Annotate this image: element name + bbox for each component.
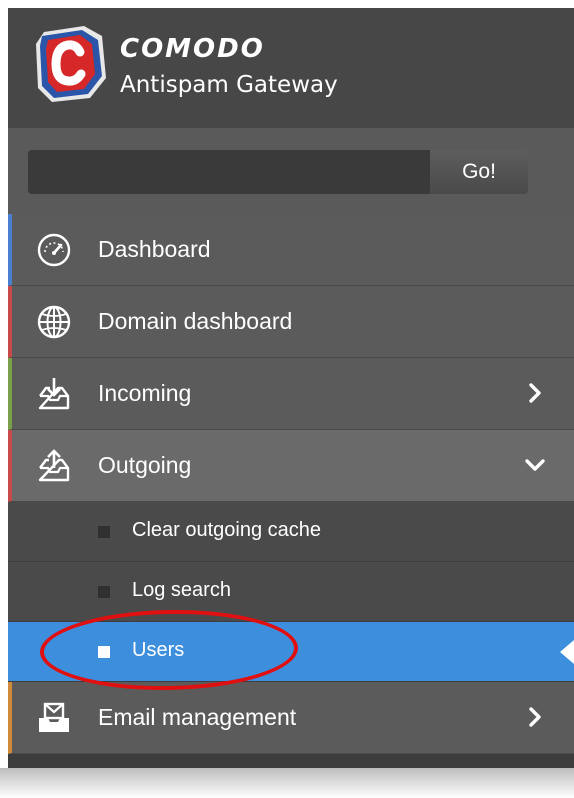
active-indicator <box>560 640 574 664</box>
sub-item-users[interactable]: Users <box>8 622 574 682</box>
speedometer-icon <box>37 233 71 267</box>
chevron-right-icon <box>529 707 541 727</box>
sub-item-clear-outgoing-cache[interactable]: Clear outgoing cache <box>8 502 574 562</box>
nav-item-dashboard[interactable]: Dashboard <box>8 214 574 286</box>
nav-item-email-management[interactable]: Email management <box>8 682 574 754</box>
nav-item-outgoing[interactable]: Outgoing <box>8 430 574 502</box>
nav-label-email-management: Email management <box>98 704 297 730</box>
envelope-tray-icon <box>39 702 69 732</box>
bottom-fade <box>0 768 574 798</box>
sub-label-log-search: Log search <box>132 579 231 601</box>
brand-name: COMODO <box>120 34 265 64</box>
bullet-icon <box>98 646 110 658</box>
nav-label-outgoing: Outgoing <box>98 452 192 478</box>
outgoing-submenu: Clear outgoing cache Log search Users <box>8 502 574 682</box>
bullet-icon <box>98 586 110 598</box>
nav-item-domain-dashboard[interactable]: Domain dashboard <box>8 286 574 358</box>
sidebar-header: COMODO Antispam Gateway <box>8 8 574 128</box>
chevron-down-icon <box>525 459 545 471</box>
chevron-right-icon <box>529 383 541 403</box>
search-input[interactable] <box>28 150 430 194</box>
go-button[interactable]: Go! <box>430 150 528 194</box>
nav-label-incoming: Incoming <box>98 380 192 406</box>
sidebar: COMODO Antispam Gateway Go! Dashboard Do… <box>8 8 574 768</box>
sub-label-clear-outgoing-cache: Clear outgoing cache <box>132 519 322 541</box>
nav-label-domain-dashboard: Domain dashboard <box>98 308 293 334</box>
product-name: Antispam Gateway <box>120 72 338 98</box>
nav-item-incoming[interactable]: Incoming <box>8 358 574 430</box>
outbox-upload-icon <box>38 449 70 482</box>
bullet-icon <box>98 526 110 538</box>
comodo-logo-icon <box>36 26 106 102</box>
inbox-download-icon <box>38 378 70 410</box>
globe-icon <box>37 305 71 339</box>
sub-label-users: Users <box>132 639 185 661</box>
nav-menu: Dashboard Domain dashboard Incoming Outg… <box>8 214 574 754</box>
search-bar: Go! <box>8 128 574 214</box>
nav-label-dashboard: Dashboard <box>98 236 211 262</box>
sub-item-log-search[interactable]: Log search <box>8 562 574 622</box>
